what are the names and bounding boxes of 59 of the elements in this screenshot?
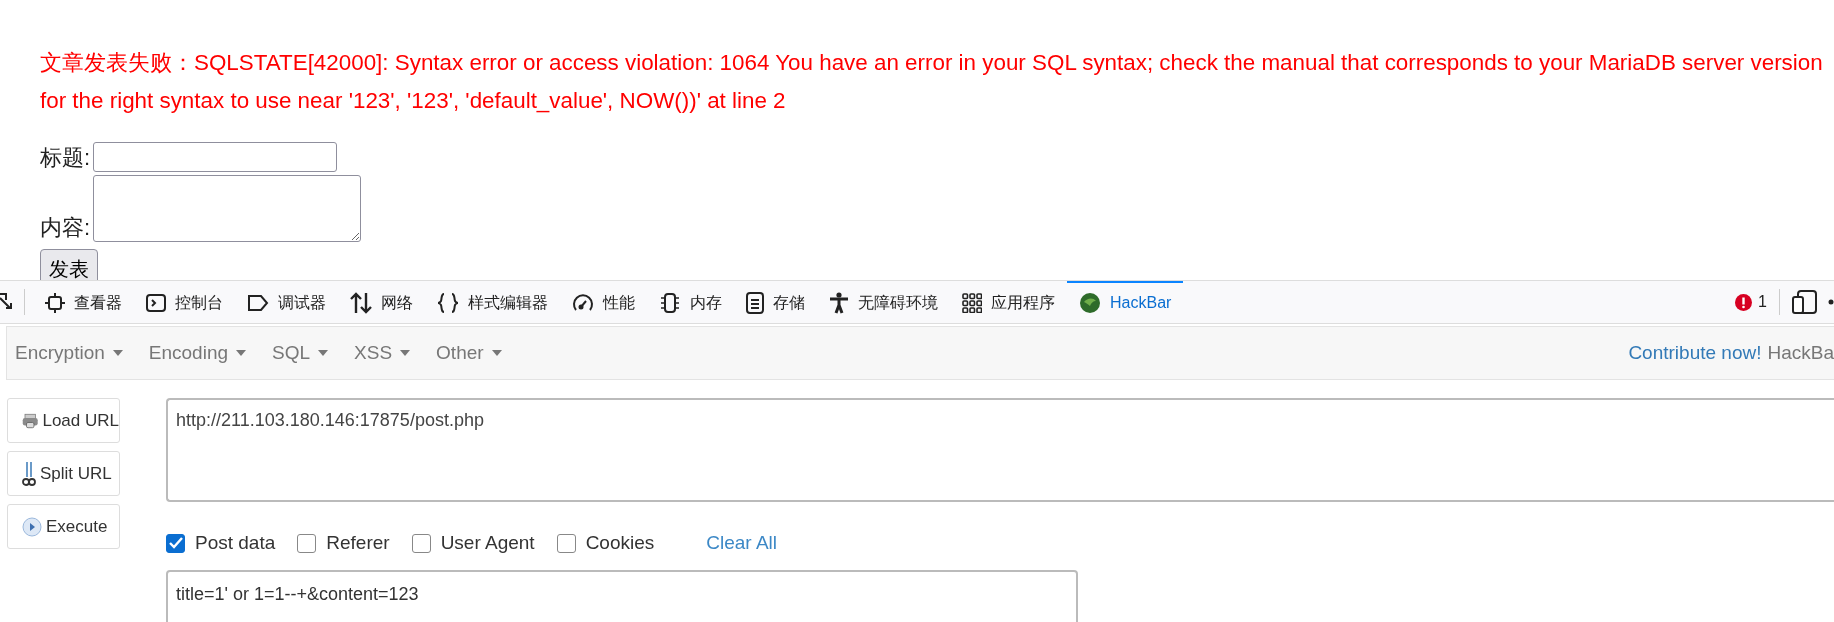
contribute-link[interactable]: Contribute now! xyxy=(1628,342,1762,364)
action-button[interactable]: Split URL xyxy=(7,451,120,496)
caret-icon xyxy=(491,350,502,356)
action-button[interactable]: Load URL xyxy=(7,398,120,443)
tag-icon xyxy=(247,294,269,312)
devtools-tab[interactable]: 控制台 xyxy=(134,281,235,323)
checkbox[interactable] xyxy=(556,533,576,553)
caret-icon xyxy=(318,350,329,356)
devtools-tab[interactable]: 内存 xyxy=(647,281,734,323)
checkbox[interactable] xyxy=(297,533,317,553)
responsive-icon[interactable] xyxy=(1792,290,1818,314)
action-button[interactable]: Execute xyxy=(7,504,120,549)
brand-text: HackBa xyxy=(1767,342,1834,364)
devtools-tab[interactable]: 网络 xyxy=(338,281,425,323)
up-down-arrows-icon xyxy=(350,292,372,314)
field-label: 内容: xyxy=(40,214,91,242)
checkbox[interactable] xyxy=(411,533,431,553)
option-checkbox[interactable]: User Agent xyxy=(411,532,535,554)
chip-icon xyxy=(659,292,681,314)
devtools-tab[interactable]: HackBar xyxy=(1067,281,1184,323)
option-checkbox[interactable]: Cookies xyxy=(556,532,655,554)
clear-all-link[interactable]: Clear All xyxy=(706,532,778,554)
error-message: 文章发表失败：SQLSTATE[42000]: Syntax error or access violation: 1064 You have an error in your SQL syntax; check the manual that corresponds to your MariaDB server version for the right syntax to use near '123', '123', 'default_value', NOW())' at line 2 xyxy=(40,49,1824,115)
scissors-icon xyxy=(22,460,36,487)
caret-icon xyxy=(236,350,246,356)
error-icon xyxy=(1735,293,1753,311)
document-icon xyxy=(746,292,764,314)
content-textarea[interactable] xyxy=(93,175,362,242)
menu-dropdown[interactable]: XSS xyxy=(354,342,411,364)
play-icon xyxy=(22,516,42,537)
person-icon xyxy=(829,292,849,314)
inspector-icon xyxy=(45,293,65,313)
gauge-icon xyxy=(572,293,594,313)
menu-dropdown[interactable]: Other xyxy=(436,342,502,364)
menu-dropdown[interactable]: Encoding xyxy=(148,342,246,364)
caret-icon xyxy=(400,350,411,356)
devtools-tab[interactable]: 性能 xyxy=(560,281,647,323)
title-input[interactable] xyxy=(93,142,338,172)
devtools-tab[interactable]: 样式编辑器 xyxy=(425,281,560,323)
menu-dropdown[interactable]: Encryption xyxy=(15,342,123,364)
url-field[interactable]: http://211.103.180.146:17875/post.php xyxy=(166,398,1834,502)
option-checkbox[interactable]: Post data xyxy=(166,532,276,554)
menu-dropdown[interactable]: SQL xyxy=(272,342,329,364)
devtools-tab[interactable]: 查看器 xyxy=(33,281,134,323)
checkbox[interactable] xyxy=(166,533,185,553)
devtools-tab[interactable]: 调试器 xyxy=(235,281,338,323)
grid-icon xyxy=(962,293,982,313)
devtools-tab[interactable]: 存储 xyxy=(734,281,817,323)
devtools-tab[interactable]: 无障碍环境 xyxy=(817,281,950,323)
devtools-tab[interactable]: 应用程序 xyxy=(950,281,1067,323)
braces-icon xyxy=(437,292,459,314)
caret-icon xyxy=(112,350,123,356)
hackbar-logo-icon xyxy=(1079,292,1101,314)
error-count: 1 xyxy=(1758,293,1767,311)
field-label: 标题: xyxy=(40,144,91,172)
option-checkbox[interactable]: Referer xyxy=(297,532,390,554)
post-data-field[interactable]: title=1' or 1=1--+&content=123 xyxy=(166,570,1078,622)
submit-button[interactable]: 发表 xyxy=(40,249,98,280)
console-icon xyxy=(146,293,166,313)
